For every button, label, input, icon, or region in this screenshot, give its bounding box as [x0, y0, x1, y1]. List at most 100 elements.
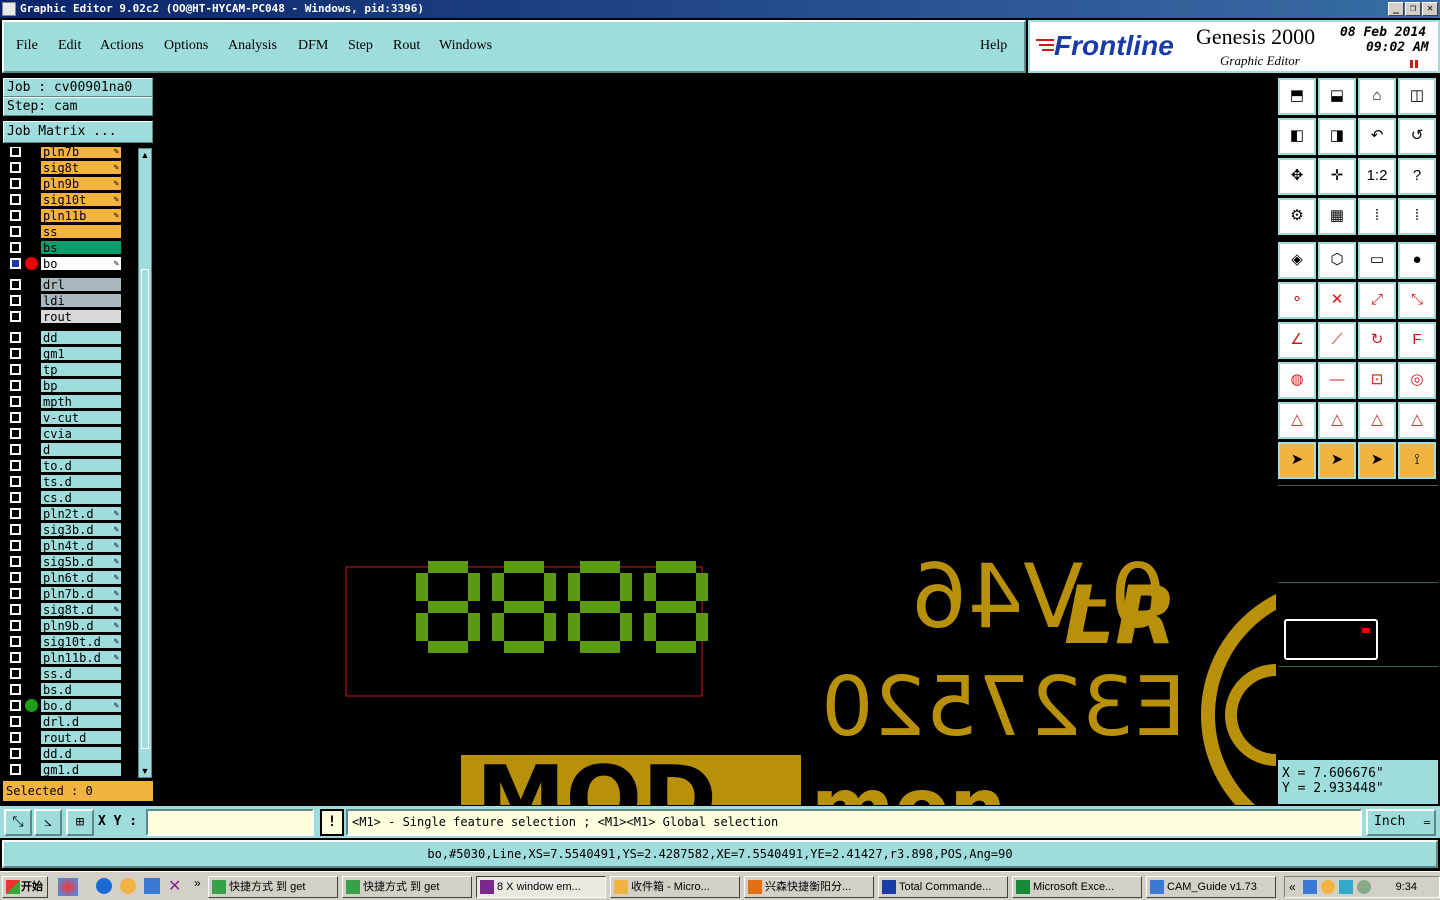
layer-ldi[interactable]: ldi: [40, 293, 122, 308]
layer-to.d[interactable]: to.d: [40, 458, 122, 473]
layer-sig3b.d[interactable]: sig3b.d ✎: [40, 522, 122, 537]
layer-ss.d[interactable]: ss.d: [40, 666, 122, 681]
layer-pln6t.d[interactable]: pln6t.d ✎: [40, 570, 122, 585]
taskbar-task[interactable]: 8 X window em...: [476, 876, 606, 898]
polygon-add-icon[interactable]: △: [1318, 402, 1356, 439]
scroll-up-icon[interactable]: ▲: [140, 150, 150, 160]
measure-icon[interactable]: ▭: [1358, 242, 1396, 279]
layer-gm1.d[interactable]: gm1.d: [40, 762, 122, 777]
menu-edit[interactable]: Edit: [58, 38, 81, 54]
menu-rout[interactable]: Rout: [393, 38, 420, 54]
arc-icon[interactable]: ↻: [1358, 322, 1396, 359]
taskbar-task[interactable]: 快捷方式 到 get: [342, 876, 472, 898]
units-selector[interactable]: Inch ═: [1366, 809, 1436, 836]
menu-actions[interactable]: Actions: [100, 38, 144, 54]
layer-checkbox[interactable]: [10, 295, 21, 306]
ie-icon[interactable]: [96, 878, 112, 894]
layer-on-icon[interactable]: ⁞: [1358, 198, 1396, 235]
layer-checkbox[interactable]: [10, 162, 21, 173]
layer-checkbox[interactable]: [10, 524, 21, 535]
zoom-in-icon[interactable]: ◨: [1318, 118, 1356, 155]
layer-checkbox[interactable]: [10, 636, 21, 647]
select-pad-icon[interactable]: ◈: [1278, 242, 1316, 279]
pointer-icon[interactable]: ➤: [1278, 442, 1316, 479]
overview-map[interactable]: [1278, 485, 1438, 757]
tray-expand-icon[interactable]: «: [1289, 877, 1296, 897]
layer-pln4t.d[interactable]: pln4t.d ✎: [40, 538, 122, 553]
undo-view-icon[interactable]: ↶: [1358, 118, 1396, 155]
pointer-sel-icon[interactable]: ➤: [1358, 442, 1396, 479]
layer-tp[interactable]: tp: [40, 362, 122, 377]
settings-icon[interactable]: ⚙: [1278, 198, 1316, 235]
alert-button[interactable]: !: [320, 809, 344, 836]
browser-icon[interactable]: [144, 878, 160, 894]
layer-checkbox[interactable]: [10, 748, 21, 759]
taskbar-task[interactable]: Total Commande...: [878, 876, 1008, 898]
pan-icon[interactable]: ✥: [1278, 158, 1316, 195]
dimension-icon[interactable]: ⊡: [1358, 362, 1396, 399]
layer-v-cut[interactable]: v-cut: [40, 410, 122, 425]
layer-checkbox[interactable]: [10, 700, 21, 711]
layer-checkbox[interactable]: [10, 242, 21, 253]
layer-checkbox[interactable]: [10, 380, 21, 391]
graphic-canvas[interactable]: 0-V46 E327520 LR MOD mon: [156, 75, 1276, 805]
shapes-icon[interactable]: ◎: [1398, 362, 1436, 399]
angle-icon[interactable]: ∠: [1278, 322, 1316, 359]
layer-rout[interactable]: rout: [40, 309, 122, 324]
menu-windows[interactable]: Windows: [439, 38, 492, 54]
route-icon[interactable]: ⟟: [1398, 442, 1436, 479]
layer-pln11b[interactable]: pln11b ✎: [40, 208, 122, 223]
layer-pln2t.d[interactable]: pln2t.d ✎: [40, 506, 122, 521]
layer-pln11b.d[interactable]: pln11b.d ✎: [40, 650, 122, 665]
layer-gm1[interactable]: gm1: [40, 346, 122, 361]
polygon-icon[interactable]: △: [1278, 402, 1316, 439]
snap-icon[interactable]: ⤡: [4, 809, 32, 836]
layer-pln7b.d[interactable]: pln7b.d ✎: [40, 586, 122, 601]
tray-clock-icon[interactable]: [1321, 880, 1335, 894]
layer-checkbox[interactable]: [10, 460, 21, 471]
layer-checkbox[interactable]: [10, 508, 21, 519]
clock-icon[interactable]: [120, 878, 136, 894]
snap-angle-icon[interactable]: ⦣: [34, 809, 62, 836]
x-window-icon[interactable]: ✕: [168, 876, 181, 896]
copy-icon[interactable]: ◍: [1278, 362, 1316, 399]
viewport-frame[interactable]: [1284, 619, 1378, 660]
menu-dfm[interactable]: DFM: [298, 38, 328, 54]
pad-icon[interactable]: ●: [1398, 242, 1436, 279]
layer-checkbox[interactable]: [10, 620, 21, 631]
taskbar-task[interactable]: 快捷方式 到 get: [208, 876, 338, 898]
layer-checkbox[interactable]: [10, 226, 21, 237]
layer-checkbox[interactable]: [10, 492, 21, 503]
move-point-icon[interactable]: ⤢: [1358, 282, 1396, 319]
layer-checkbox[interactable]: [10, 572, 21, 583]
layer-sig10t.d[interactable]: sig10t.d ✎: [40, 634, 122, 649]
layer-checkbox[interactable]: [10, 652, 21, 663]
layer-pln9b[interactable]: pln9b ✎: [40, 176, 122, 191]
layer-checkbox[interactable]: [10, 332, 21, 343]
layer-bp[interactable]: bp: [40, 378, 122, 393]
zoom-home-icon[interactable]: ⬒: [1278, 78, 1316, 115]
layer-sig10t[interactable]: sig10t ✎: [40, 192, 122, 207]
more-icon[interactable]: »: [194, 876, 201, 890]
house-icon[interactable]: ⌂: [1358, 78, 1396, 115]
grid-icon[interactable]: ▦: [1318, 198, 1356, 235]
layer-checkbox[interactable]: [10, 732, 21, 743]
layer-bo[interactable]: bo ✎: [40, 256, 122, 271]
app-icon[interactable]: [2, 2, 16, 16]
layer-pln7b[interactable]: pln7b ✎: [40, 147, 122, 159]
layer-checkbox[interactable]: [10, 147, 21, 157]
layer-off-icon[interactable]: ⁞: [1398, 198, 1436, 235]
tray-app-icon[interactable]: [1339, 880, 1353, 894]
tray-network-icon[interactable]: [1303, 880, 1317, 894]
window-icon[interactable]: ◫: [1398, 78, 1436, 115]
menu-options[interactable]: Options: [164, 38, 208, 54]
layer-checkbox[interactable]: [10, 588, 21, 599]
snap-grid-icon[interactable]: ⊞: [66, 809, 94, 836]
scale-icon[interactable]: 1:2: [1358, 158, 1396, 195]
pointer-box-icon[interactable]: ➤: [1318, 442, 1356, 479]
menu-step[interactable]: Step: [348, 38, 373, 54]
scroll-down-icon[interactable]: ▼: [140, 766, 150, 776]
layer-checkbox[interactable]: [10, 716, 21, 727]
layer-ts.d[interactable]: ts.d: [40, 474, 122, 489]
layer-sig5b.d[interactable]: sig5b.d ✎: [40, 554, 122, 569]
